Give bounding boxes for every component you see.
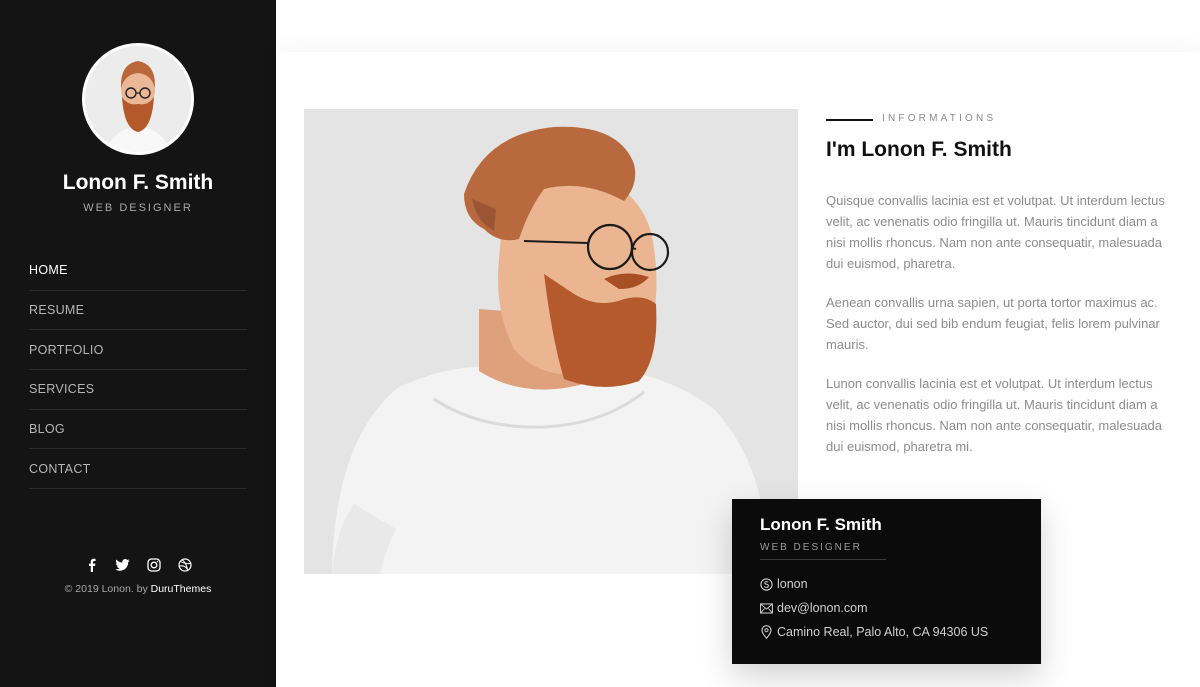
copyright-text: © 2019 Lonon. by	[64, 583, 151, 595]
nav-item-home[interactable]: HOME	[29, 251, 247, 291]
contact-address: Camino Real, Palo Alto, CA 94306 US	[760, 625, 988, 639]
nav-item-blog[interactable]: BLOG	[29, 410, 247, 450]
sidebar-profile-name: Lonon F. Smith	[62, 171, 214, 194]
copyright-brand-link[interactable]: DuruThemes	[151, 583, 212, 595]
contact-email[interactable]: dev@lonon.com	[760, 601, 868, 615]
skype-icon	[760, 577, 773, 591]
profile-photo	[304, 109, 798, 574]
sidebar-profile-role: WEB DESIGNER	[83, 202, 193, 214]
facebook-icon[interactable]	[84, 557, 99, 573]
contact-card-role: WEB DESIGNER	[760, 542, 862, 553]
about-paragraph: Lunon convallis lacinia est et volutpat.…	[826, 376, 1163, 454]
skype-handle: lonon	[777, 577, 808, 591]
location-pin-icon	[760, 625, 773, 639]
email-address: dev@lonon.com	[777, 601, 868, 615]
about-paragraph: Aenean convallis urna sapien, ut porta t…	[826, 295, 1160, 352]
avatar	[82, 43, 194, 155]
twitter-icon[interactable]	[115, 557, 130, 573]
main-nav: HOME RESUME PORTFOLIO SERVICES BLOG CONT…	[29, 251, 247, 490]
contact-skype[interactable]: lonon	[760, 577, 808, 591]
divider	[760, 559, 886, 560]
profile-photo-image	[304, 109, 798, 574]
profile-avatar-image	[85, 46, 191, 152]
nav-item-resume[interactable]: RESUME	[29, 291, 247, 331]
mail-icon	[760, 602, 773, 615]
contact-card: Lonon F. Smith WEB DESIGNER lonon dev@lo…	[732, 499, 1041, 664]
dribbble-icon[interactable]	[177, 557, 192, 573]
social-links	[0, 557, 276, 573]
address-text: Camino Real, Palo Alto, CA 94306 US	[777, 625, 989, 639]
section-label: INFORMATIONS	[882, 113, 997, 124]
nav-item-contact[interactable]: CONTACT	[29, 449, 247, 490]
section-label-rule	[826, 119, 873, 121]
about-paragraph: Quisque convallis lacinia est et volutpa…	[826, 193, 1165, 271]
nav-item-portfolio[interactable]: PORTFOLIO	[29, 330, 247, 371]
nav-item-services[interactable]: SERVICES	[29, 370, 247, 410]
sidebar: Lonon F. Smith WEB DESIGNER HOME RESUME …	[0, 0, 276, 687]
instagram-icon[interactable]	[146, 557, 161, 573]
page-title: I'm Lonon F. Smith	[826, 138, 1012, 161]
contact-card-name: Lonon F. Smith	[760, 515, 882, 534]
copyright: © 2019 Lonon. by DuruThemes	[0, 583, 276, 595]
